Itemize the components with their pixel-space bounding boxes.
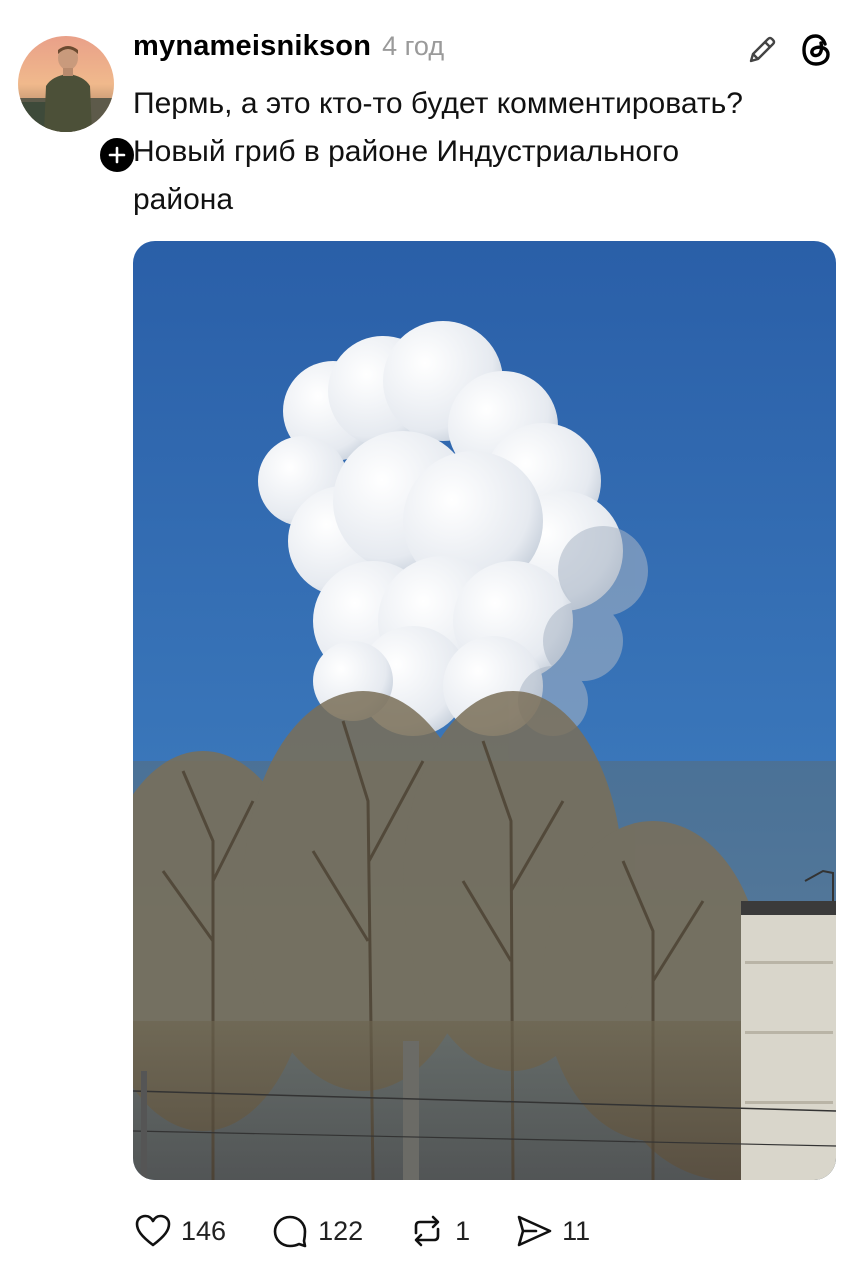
post-header: mynameisnikson 4 год <box>133 30 444 72</box>
edit-icon[interactable] <box>744 32 780 68</box>
like-button[interactable]: 146 <box>133 1211 226 1251</box>
avatar[interactable] <box>18 36 114 132</box>
threads-logo-icon[interactable] <box>798 30 836 70</box>
avatar-image <box>18 36 114 132</box>
post-text-line: Пермь, а это кто-то будет комментировать… <box>133 87 743 120</box>
comment-count: 122 <box>318 1215 364 1246</box>
send-icon <box>517 1215 552 1247</box>
follow-button[interactable] <box>96 134 138 176</box>
share-count: 11 <box>562 1215 591 1246</box>
post-text-line: района <box>133 183 234 216</box>
comment-icon <box>273 1215 307 1248</box>
username[interactable]: mynameisnikson <box>133 30 371 63</box>
repost-count: 1 <box>455 1215 471 1246</box>
heart-icon <box>135 1214 171 1247</box>
post-text: Пермь, а это кто-то будет комментировать… <box>133 80 853 224</box>
like-count: 146 <box>181 1215 227 1246</box>
comment-button[interactable]: 122 <box>270 1211 363 1251</box>
post-text-line: Новый гриб в районе Индустриального <box>133 135 680 168</box>
post-timestamp: 4 год <box>382 31 445 61</box>
repost-button[interactable]: 1 <box>407 1211 470 1251</box>
plus-icon <box>108 146 126 164</box>
post-photo[interactable] <box>133 241 836 1180</box>
repost-icon <box>414 1215 440 1247</box>
author-avatar[interactable] <box>18 36 138 176</box>
share-button[interactable]: 11 <box>514 1211 590 1251</box>
action-bar: 146 122 1 11 <box>133 1206 634 1256</box>
smoke-cloud-photo <box>133 241 836 1180</box>
